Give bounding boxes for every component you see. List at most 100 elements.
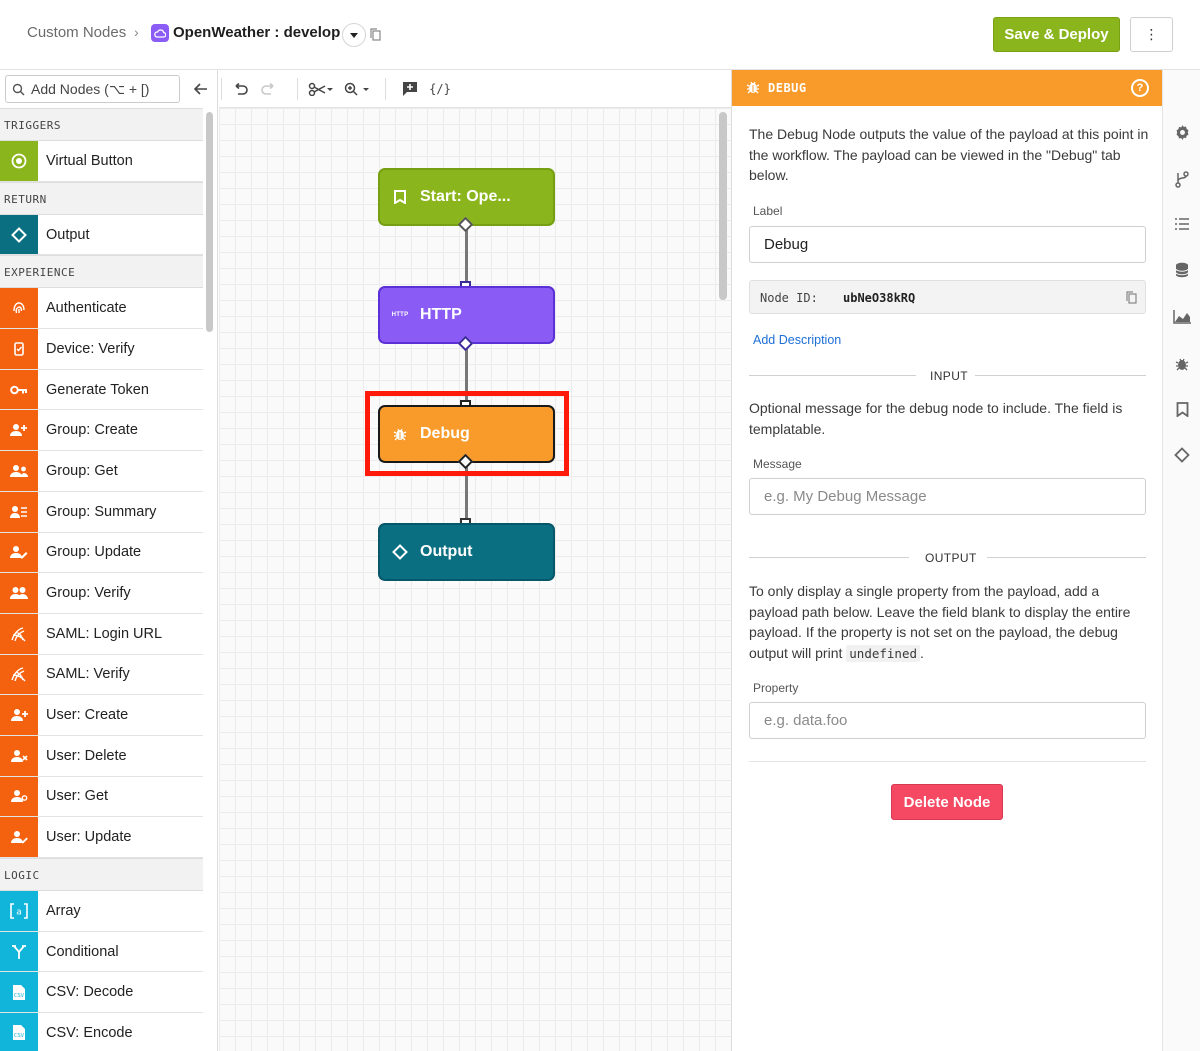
palette-item-label: User: Get xyxy=(38,788,108,804)
label-field-label: Label xyxy=(753,204,782,218)
copy-icon[interactable] xyxy=(1126,291,1137,309)
bug-icon[interactable] xyxy=(1172,354,1192,374)
delete-node-button[interactable]: Delete Node xyxy=(891,784,1003,820)
palette-item-authenticate[interactable]: Authenticate xyxy=(0,288,203,329)
version-dropdown-button[interactable] xyxy=(342,23,366,47)
palette-item-label: Group: Create xyxy=(38,422,138,438)
section-triggers: TRIGGERS xyxy=(0,108,203,141)
node-description: The Debug Node outputs the value of the … xyxy=(749,124,1149,186)
svg-text:a: a xyxy=(16,907,22,917)
palette-item-conditional[interactable]: Conditional xyxy=(0,932,203,973)
palette-item-virtual-button[interactable]: Virtual Button xyxy=(0,141,203,182)
palette-item-label: Group: Summary xyxy=(38,504,156,520)
label-input[interactable] xyxy=(749,226,1146,263)
palette-item-label: SAML: Verify xyxy=(38,666,130,682)
bug-icon xyxy=(746,80,760,99)
workflow-node-output[interactable]: Output xyxy=(378,523,555,581)
palette-item-label: Virtual Button xyxy=(38,153,133,169)
cut-icon[interactable] xyxy=(307,79,335,99)
palette-item-label: User: Delete xyxy=(38,748,127,764)
help-icon[interactable]: ? xyxy=(1131,79,1149,97)
virtual-button-icon xyxy=(0,141,38,181)
palette-item-device-verify[interactable]: Device: Verify xyxy=(0,329,203,370)
svg-text:CSV: CSV xyxy=(14,1033,25,1039)
palette-item-csv-encode[interactable]: CSVCSV: Encode xyxy=(0,1013,203,1051)
chart-icon[interactable] xyxy=(1172,307,1192,327)
section-logic: LOGIC xyxy=(0,858,203,891)
redo-icon[interactable] xyxy=(259,79,279,99)
right-icon-rail xyxy=(1162,70,1200,1051)
caret-down-icon xyxy=(350,33,358,38)
output-description-text: To only display a single property from t… xyxy=(749,583,1130,661)
palette-item-saml-verify[interactable]: SAML: Verify xyxy=(0,655,203,696)
group-get-icon xyxy=(0,451,38,491)
add-comment-icon[interactable] xyxy=(400,79,420,99)
palette-item-group-create[interactable]: Group: Create xyxy=(0,410,203,451)
toolbar-divider xyxy=(385,78,386,100)
http-icon: HTTP xyxy=(380,312,420,318)
palette-item-array[interactable]: a Array xyxy=(0,891,203,932)
branch-icon[interactable] xyxy=(1172,169,1192,189)
app-header: Custom Nodes › OpenWeather : develop Sav… xyxy=(0,0,1200,70)
palette-item-label: Authenticate xyxy=(38,300,127,316)
panel-header: DEBUG ? xyxy=(732,70,1163,106)
palette-item-group-get[interactable]: Group: Get xyxy=(0,451,203,492)
property-input[interactable] xyxy=(749,702,1146,739)
palette-item-user-update[interactable]: User: Update xyxy=(0,817,203,858)
node-label: HTTP xyxy=(420,306,462,324)
group-verify-icon xyxy=(0,573,38,613)
palette-item-label: Group: Update xyxy=(38,544,141,560)
palette-item-user-create[interactable]: User: Create xyxy=(0,695,203,736)
output-icon xyxy=(0,215,38,255)
palette-item-label: SAML: Login URL xyxy=(38,626,162,642)
palette-item-label: Device: Verify xyxy=(38,341,135,357)
application-name: OpenWeather : develop xyxy=(173,24,340,41)
expression-icon[interactable]: {/} xyxy=(428,79,452,99)
palette-item-group-verify[interactable]: Group: Verify xyxy=(0,573,203,614)
palette-item-generate-token[interactable]: Generate Token xyxy=(0,370,203,411)
palette-item-group-update[interactable]: Group: Update xyxy=(0,533,203,574)
add-nodes-search[interactable] xyxy=(5,75,180,103)
diamond-icon[interactable] xyxy=(1172,445,1192,465)
user-update-icon xyxy=(0,817,38,857)
message-field-label: Message xyxy=(753,457,802,471)
group-update-icon xyxy=(0,533,38,573)
zoom-icon[interactable] xyxy=(343,79,373,99)
palette-item-saml-login-url[interactable]: SAML: Login URL xyxy=(0,614,203,655)
palette-item-user-delete[interactable]: User: Delete xyxy=(0,736,203,777)
workflow-node-http[interactable]: HTTP HTTP xyxy=(378,286,555,344)
output-description: To only display a single property from t… xyxy=(749,581,1149,664)
bookmark-icon[interactable] xyxy=(1172,399,1192,419)
node-id-value: ubNeO38kRQ xyxy=(843,291,915,305)
list-icon[interactable] xyxy=(1172,214,1192,234)
palette-item-csv-decode[interactable]: CSVCSV: Decode xyxy=(0,972,203,1013)
canvas-scrollbar[interactable] xyxy=(719,112,727,300)
palette-item-output[interactable]: Output xyxy=(0,215,203,256)
back-arrow-icon[interactable] xyxy=(191,79,211,99)
undo-icon[interactable] xyxy=(230,79,250,99)
palette-item-user-get[interactable]: User: Get xyxy=(0,777,203,818)
add-description-link[interactable]: Add Description xyxy=(753,333,841,347)
settings-icon[interactable] xyxy=(1172,122,1192,142)
message-input[interactable] xyxy=(749,478,1146,515)
palette-item-label: Group: Get xyxy=(38,463,118,479)
palette-list: TRIGGERS Virtual Button RETURN Output EX… xyxy=(0,108,203,1051)
palette-item-group-summary[interactable]: Group: Summary xyxy=(0,492,203,533)
breadcrumb-custom-nodes[interactable]: Custom Nodes xyxy=(27,24,126,41)
palette-item-label: User: Update xyxy=(38,829,131,845)
copy-icon[interactable] xyxy=(370,28,381,46)
database-icon[interactable] xyxy=(1172,260,1192,280)
palette-item-label: Array xyxy=(38,903,81,919)
debug-node-panel: DEBUG ? The Debug Node outputs the value… xyxy=(731,70,1162,1051)
save-deploy-button[interactable]: Save & Deploy xyxy=(993,17,1120,52)
more-options-button[interactable]: ⋮ xyxy=(1130,17,1173,52)
section-return: RETURN xyxy=(0,182,203,215)
property-field-label: Property xyxy=(753,681,798,695)
palette-item-label: Generate Token xyxy=(38,382,149,398)
palette-item-label: Conditional xyxy=(38,944,119,960)
group-summary-icon xyxy=(0,492,38,532)
palette-item-label: Output xyxy=(38,227,90,243)
palette-scrollbar[interactable] xyxy=(206,112,213,332)
search-input[interactable] xyxy=(31,79,176,99)
input-heading: INPUT xyxy=(930,369,968,383)
